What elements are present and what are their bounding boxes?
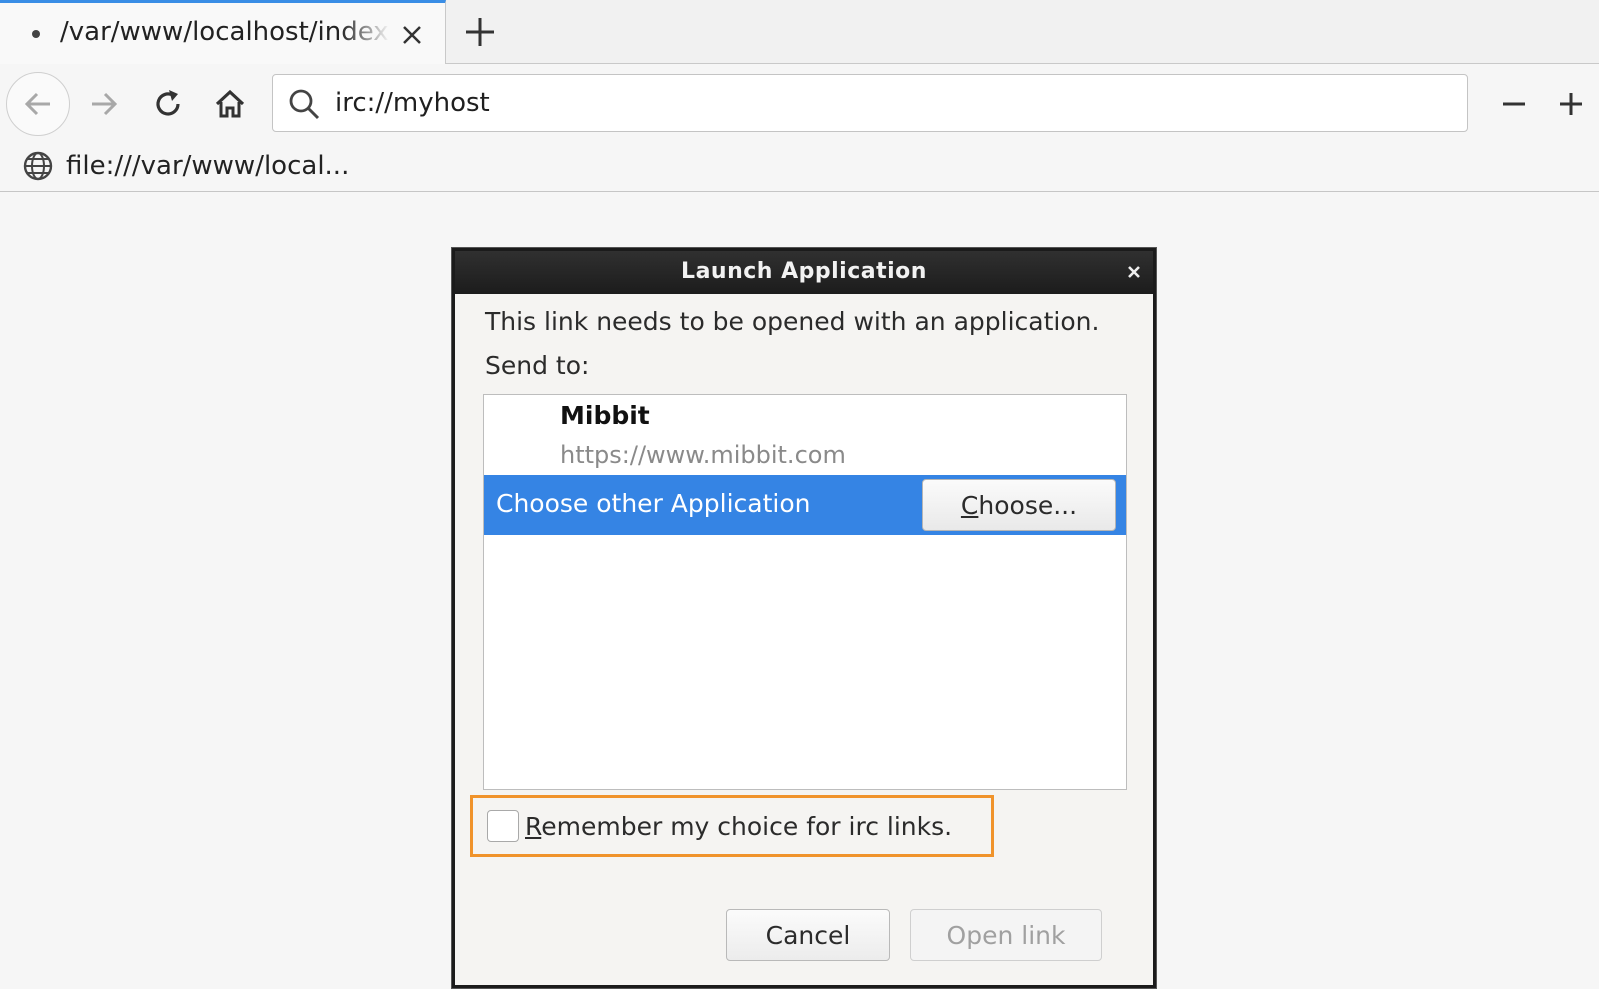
arrow-left-icon (24, 92, 50, 116)
close-icon[interactable] (1125, 263, 1143, 281)
remember-text: emember my choice for irc links. (541, 812, 953, 841)
globe-icon (23, 151, 53, 181)
zoom-in-button[interactable] (1551, 84, 1591, 124)
reload-button[interactable] (148, 84, 188, 124)
nav-toolbar (0, 64, 1599, 142)
browser-tab[interactable]: /var/www/localhost/index (0, 0, 446, 64)
app-url: https://www.mibbit.com (560, 441, 846, 469)
choose-button-text: hoose... (978, 490, 1078, 520)
url-input[interactable] (335, 88, 1435, 118)
send-to-label: Send to: (485, 351, 590, 380)
cancel-button[interactable]: Cancel (726, 909, 890, 961)
home-icon (215, 89, 245, 118)
search-icon (289, 89, 320, 120)
app-name: Mibbit (560, 401, 650, 430)
choose-other-label: Choose other Application (496, 489, 811, 518)
reload-icon (156, 90, 180, 116)
url-bar[interactable] (272, 74, 1468, 132)
home-button[interactable] (210, 84, 250, 124)
arrow-right-icon (92, 92, 118, 116)
back-button[interactable] (6, 72, 70, 136)
bookmark-item[interactable]: file:///var/www/local... (22, 148, 349, 184)
dialog-message: This link needs to be opened with an app… (485, 307, 1100, 336)
open-link-button[interactable]: Open link (910, 909, 1102, 961)
application-list[interactable]: Mibbit https://www.mibbit.com Choose oth… (483, 394, 1127, 790)
tab-strip: /var/www/localhost/index (0, 0, 1599, 64)
choose-button[interactable]: Choose... (922, 479, 1116, 531)
choose-other-application-row[interactable]: Choose other Application Choose... (484, 475, 1126, 535)
minus-icon (1503, 102, 1525, 106)
tab-title: /var/www/localhost/index (60, 17, 389, 47)
remember-label[interactable]: Remember my choice for irc links. (525, 812, 952, 841)
list-item[interactable]: Mibbit https://www.mibbit.com (484, 395, 1126, 475)
tab-favicon (32, 30, 40, 38)
choose-button-accel: C (960, 490, 979, 520)
zoom-out-button[interactable] (1494, 84, 1534, 124)
dialog-titlebar[interactable]: Launch Application (455, 251, 1153, 294)
launch-application-dialog: Launch Application This link needs to be… (452, 248, 1156, 988)
forward-button[interactable] (84, 84, 124, 124)
remember-choice-group: Remember my choice for irc links. (470, 795, 994, 857)
bookmark-label: file:///var/www/local... (66, 151, 350, 181)
bookmarks-toolbar: file:///var/www/local... (0, 142, 1599, 192)
close-icon[interactable] (398, 21, 426, 49)
plus-icon[interactable] (460, 12, 500, 52)
plus-icon (1560, 93, 1582, 115)
remember-accel: R (525, 812, 542, 841)
remember-checkbox[interactable] (487, 810, 519, 842)
dialog-title: Launch Application (681, 259, 927, 284)
